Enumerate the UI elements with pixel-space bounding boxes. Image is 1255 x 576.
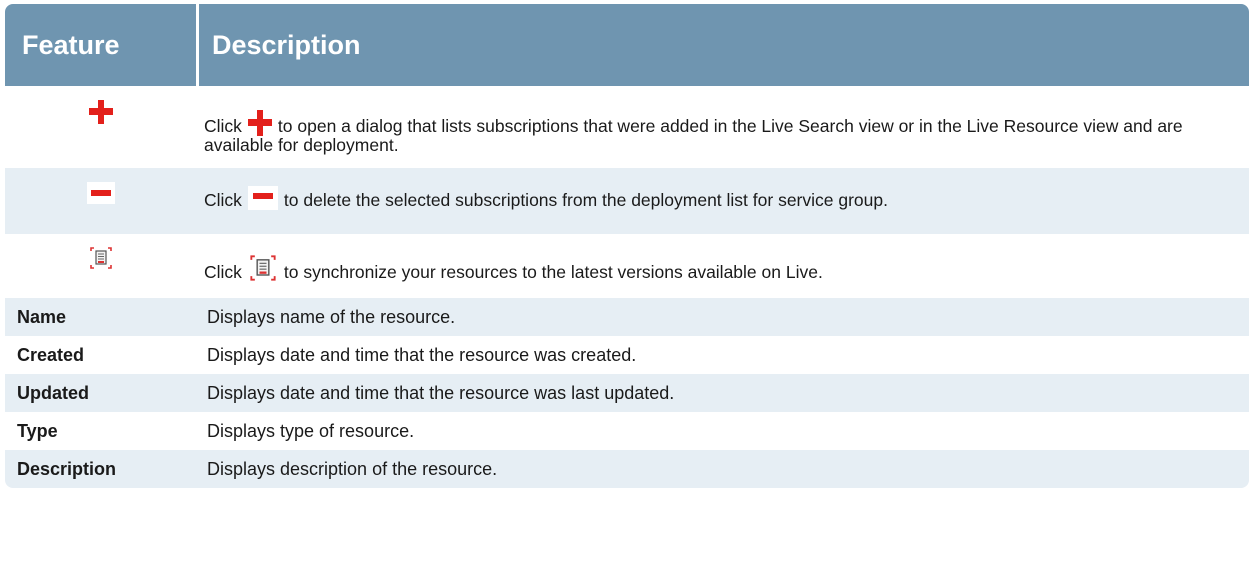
sync-resources-icon bbox=[248, 254, 278, 282]
row-description: Displays type of resource. bbox=[207, 420, 415, 441]
row-feature: Name bbox=[17, 306, 67, 327]
table-row-updated: Updated Displays date and time that the … bbox=[5, 374, 1249, 412]
sync-resources-icon[interactable] bbox=[89, 246, 113, 298]
row-feature: Updated bbox=[17, 382, 89, 403]
row-text-before: Click bbox=[204, 262, 242, 282]
row-text-after: to delete the selected subscriptions fro… bbox=[283, 190, 888, 210]
row-text-before: Click bbox=[204, 190, 242, 210]
table-row-description: Description Displays description of the … bbox=[5, 450, 1249, 488]
add-plus-icon[interactable] bbox=[88, 100, 113, 168]
feature-table: Feature Description Click to open a dialo… bbox=[5, 4, 1249, 488]
row-text-after: to open a dialog that lists subscription… bbox=[204, 116, 1183, 155]
table-row-created: Created Displays date and time that the … bbox=[5, 336, 1249, 374]
row-description: Displays date and time that the resource… bbox=[207, 344, 637, 365]
row-feature: Type bbox=[17, 420, 58, 441]
remove-minus-icon bbox=[247, 186, 278, 210]
table-row-type: Type Displays type of resource. bbox=[5, 412, 1249, 450]
remove-minus-icon[interactable] bbox=[86, 182, 115, 234]
row-feature: Created bbox=[17, 344, 85, 365]
header-feature: Feature bbox=[22, 29, 120, 60]
row-description: Displays name of the resource. bbox=[207, 306, 456, 327]
row-feature: Description bbox=[17, 458, 117, 479]
table-row-sync: Click to synchronize your resources to t… bbox=[5, 234, 1249, 298]
table-header: Feature Description bbox=[5, 4, 1249, 86]
add-plus-icon bbox=[247, 110, 272, 136]
row-text-before: Click bbox=[204, 116, 242, 136]
header-description: Description bbox=[212, 29, 361, 60]
row-description: Displays description of the resource. bbox=[207, 458, 498, 479]
row-text-after: to synchronize your resources to the lat… bbox=[283, 262, 823, 282]
table-row-remove: Click to delete the selected subscription… bbox=[5, 168, 1249, 234]
row-description: Displays date and time that the resource… bbox=[207, 382, 675, 403]
table-row-name: Name Displays name of the resource. bbox=[5, 298, 1249, 336]
table-row-add: Click to open a dialog that lists subscri… bbox=[5, 86, 1249, 168]
